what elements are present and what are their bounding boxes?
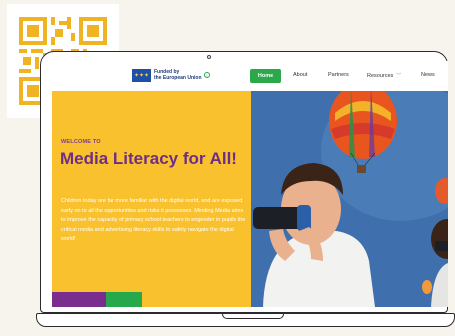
laptop-base [36, 313, 455, 327]
welcome-label: WELCOME TO [61, 139, 101, 145]
nav-resources-label: Resources [367, 73, 394, 79]
nav-news[interactable]: News [421, 72, 435, 78]
eu-funding-text: Funded by the European Union [154, 69, 202, 81]
eu-funding-logo[interactable]: ✦✦✦ Funded by the European Union [132, 69, 202, 82]
info-icon[interactable]: i [204, 72, 210, 78]
purple-accent-strip [52, 292, 106, 307]
laptop-camera [207, 55, 211, 59]
eu-flag-icon: ✦✦✦ [132, 69, 151, 82]
nav-about[interactable]: About [293, 72, 307, 78]
hero-photo [251, 91, 448, 307]
website-screen: ✦✦✦ Funded by the European Union i Home … [52, 61, 448, 307]
nav-resources[interactable]: Resources ﹀ [367, 72, 401, 79]
eu-line-2: the European Union [154, 74, 202, 81]
navbar: ✦✦✦ Funded by the European Union i Home … [52, 61, 448, 91]
nav-home-button[interactable]: Home [250, 69, 281, 83]
nav-partners[interactable]: Partners [328, 72, 349, 78]
hero-title: Media Literacy for All! [60, 149, 237, 168]
hero-description: Children today are far more familiar wit… [61, 198, 246, 243]
laptop-base-notch [222, 314, 284, 319]
hero-photo-illustration [251, 91, 448, 307]
green-accent-strip [106, 292, 142, 307]
vr-headset [253, 207, 303, 229]
chevron-down-icon: ﹀ [396, 73, 402, 79]
